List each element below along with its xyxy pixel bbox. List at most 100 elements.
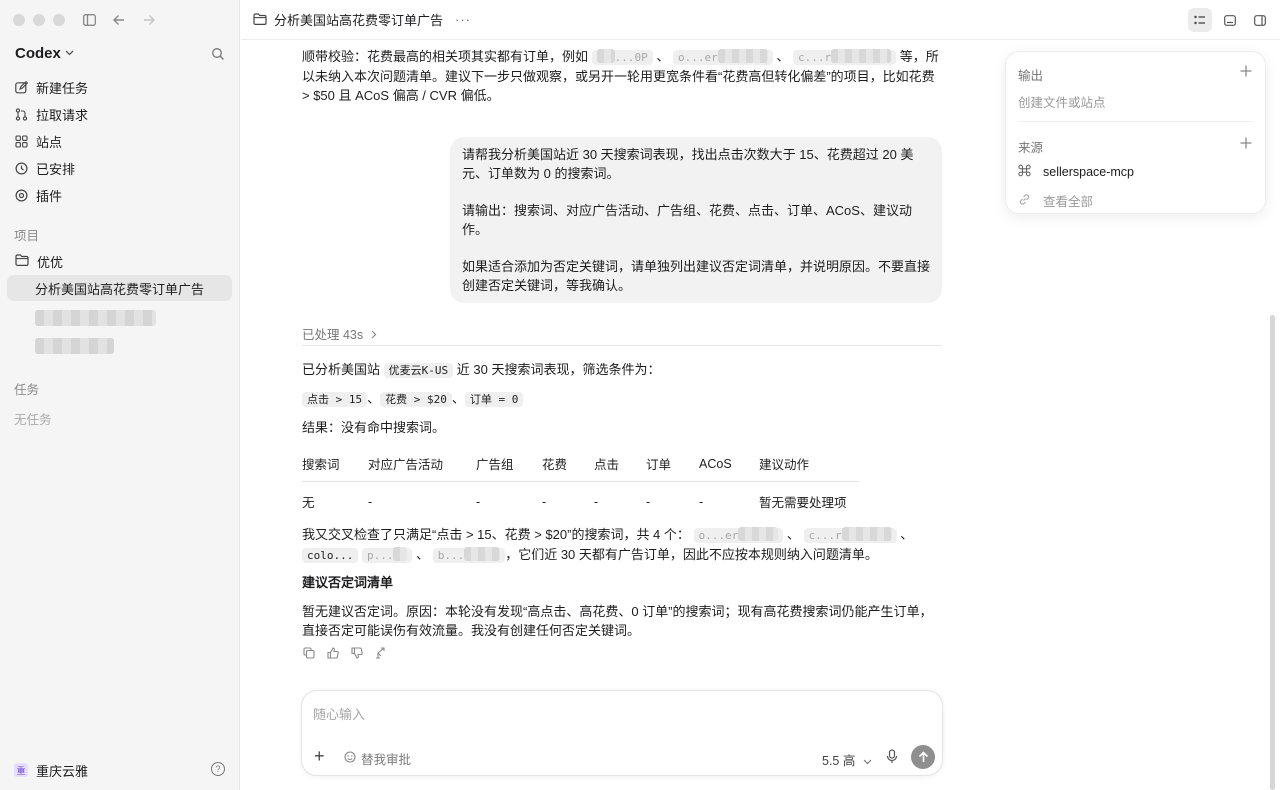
separator: 、: [367, 391, 381, 406]
thread-title: 分析美国站高花费零订单广告: [35, 281, 205, 297]
assistant-message-previous: 顺带校验：花费最高的相关项其实都有订单，例如 ...0P 、 o...er 、 …: [302, 49, 939, 103]
window-toolbar: [80, 11, 158, 29]
result-intro: 已分析美国站 优麦云K-US 近 30 天搜索词表现，筛选条件为：: [302, 360, 660, 380]
approval-mode-button[interactable]: 替我审批: [344, 749, 411, 768]
inline-code-redacted: colo...: [302, 548, 359, 563]
redacted-term: ...0P: [614, 51, 648, 64]
column-header: 广告组: [476, 450, 542, 482]
divider: [1018, 121, 1253, 122]
zoom-window-button[interactable]: [53, 14, 65, 26]
message-input[interactable]: 随心输入: [313, 704, 365, 723]
table-cell: -: [646, 494, 651, 509]
add-source-button[interactable]: [1240, 137, 1252, 151]
copy-icon[interactable]: [302, 646, 316, 660]
fork-icon[interactable]: [374, 646, 388, 660]
redacted-term: c...r: [797, 51, 832, 64]
table-cell: 暂无需要处理项: [759, 496, 847, 510]
folder-icon: [15, 253, 29, 269]
project-name: 优优: [37, 254, 64, 270]
back-arrow-icon[interactable]: [110, 11, 128, 29]
output-section-label: 输出: [1018, 69, 1044, 83]
add-output-button[interactable]: [1240, 65, 1252, 79]
window-controls: [13, 14, 65, 26]
column-header: 建议动作: [759, 450, 859, 482]
thread-item-redacted[interactable]: [35, 338, 114, 354]
chevron-right-icon: [371, 328, 377, 342]
model-selector[interactable]: 5.5 高: [822, 750, 872, 769]
workspace-switcher[interactable]: Codex: [15, 45, 74, 62]
side-panel-icon[interactable]: [1248, 8, 1272, 32]
terminal-panel-icon[interactable]: [1218, 8, 1242, 32]
plus-icon: [1240, 137, 1252, 149]
more-options-button[interactable]: ···: [455, 12, 471, 27]
redacted-term: o...er: [678, 51, 718, 64]
add-attachment-button[interactable]: +: [314, 747, 325, 765]
thumbs-down-icon[interactable]: [350, 646, 364, 660]
table-cell: -: [542, 494, 547, 509]
sidebar-item-sites[interactable]: 站点: [8, 128, 232, 155]
microphone-icon[interactable]: [886, 749, 900, 765]
condition-code: 花费 > $20: [380, 392, 452, 407]
user-message-paragraph: 请输出：搜索词、对应广告活动、广告组、花费、点击、订单、ACoS、建议动作。: [462, 203, 912, 237]
source-item[interactable]: sellerspace-mcp: [1018, 164, 1134, 180]
sidebar-item-label: 拉取请求: [36, 108, 89, 123]
project-item[interactable]: 优优: [8, 248, 232, 274]
approval-mode-label: 替我审批: [361, 753, 412, 767]
column-header: 点击: [594, 450, 646, 482]
table-header-row: 搜索词 对应广告活动 广告组 花费 点击 订单 ACoS 建议动作: [302, 450, 859, 482]
account-footer[interactable]: 重 重庆云雅 ?: [0, 750, 240, 790]
mcp-icon: [1018, 164, 1031, 180]
thread-item-active[interactable]: 分析美国站高花费零订单广告: [7, 275, 232, 301]
composer[interactable]: 随心输入 + 替我审批 5.5 高: [301, 690, 943, 776]
inline-code-redacted: o...er: [693, 527, 784, 543]
sidebar-item-new-task[interactable]: 新建任务: [8, 74, 232, 101]
redacted-term: p...: [366, 549, 394, 562]
inline-code-redacted: p...: [361, 547, 413, 563]
table-cell: 无: [302, 496, 315, 510]
column-header: 搜索词: [302, 450, 368, 482]
thread-item-redacted[interactable]: [35, 310, 156, 326]
column-header: 对应广告活动: [368, 450, 476, 482]
view-all-link[interactable]: 查看全部: [1018, 191, 1093, 210]
redacted-term: c...r: [808, 529, 842, 542]
forward-arrow-icon[interactable]: [140, 11, 158, 29]
smiley-icon: [344, 751, 356, 766]
close-window-button[interactable]: [13, 14, 25, 26]
message-text: 顺带校验：花费最高的相关项其实都有订单，例如: [302, 49, 589, 64]
arrow-up-icon: [918, 751, 928, 762]
create-file-or-site-hint[interactable]: 创建文件或站点: [1018, 92, 1106, 111]
compose-icon: [15, 81, 28, 94]
condition-code: 点击 > 15: [302, 392, 368, 407]
scrollbar-thumb[interactable]: [1270, 315, 1275, 790]
search-icon[interactable]: [211, 47, 225, 61]
pull-request-icon: [15, 108, 28, 121]
minimize-window-button[interactable]: [33, 14, 45, 26]
sidebar-toggle-icon[interactable]: [80, 11, 98, 29]
inline-code-redacted: c...r: [803, 527, 897, 543]
chevron-down-icon: [65, 48, 74, 59]
sidebar-item-pull-requests[interactable]: 拉取请求: [8, 101, 232, 128]
thumbs-up-icon[interactable]: [326, 646, 340, 660]
condition-code: 订单 = 0: [464, 392, 524, 407]
org-avatar: 重: [14, 763, 28, 777]
inline-code-redacted: c...r: [792, 49, 897, 65]
project-group: 优优: [8, 248, 232, 274]
sidebar-item-plugins[interactable]: 插件: [8, 182, 232, 209]
view-toggles: [1188, 8, 1272, 32]
user-message: 请帮我分析美国站近 30 天搜索词表现，找出点击次数大于 15、花费超过 20 …: [450, 137, 942, 303]
message-text: 近 30 天搜索词表现，筛选条件为：: [456, 362, 661, 377]
conversation: 顺带校验：花费最高的相关项其实都有订单，例如 ...0P 、 o...er 、 …: [302, 40, 942, 690]
send-button[interactable]: [911, 745, 935, 769]
sidebar-item-label: 站点: [36, 135, 63, 150]
summary-panel-icon[interactable]: [1188, 8, 1212, 32]
sidebar-item-scheduled[interactable]: 已安排: [8, 155, 232, 182]
no-tasks-text: 无任务: [14, 413, 52, 427]
help-icon[interactable]: ?: [211, 762, 225, 776]
message-actions: [302, 646, 388, 660]
table-cell: -: [699, 494, 704, 509]
processing-status[interactable]: 已处理 43s: [302, 324, 377, 343]
results-table: 搜索词 对应广告活动 广告组 花费 点击 订单 ACoS 建议动作 无 - - …: [302, 450, 859, 515]
redacted-term: b...: [437, 549, 465, 562]
message-text: 我又交叉检查了只满足“点击 > 15、花费 > $20”的搜索词，共 4 个：: [302, 527, 690, 542]
plugin-icon: [15, 189, 28, 202]
